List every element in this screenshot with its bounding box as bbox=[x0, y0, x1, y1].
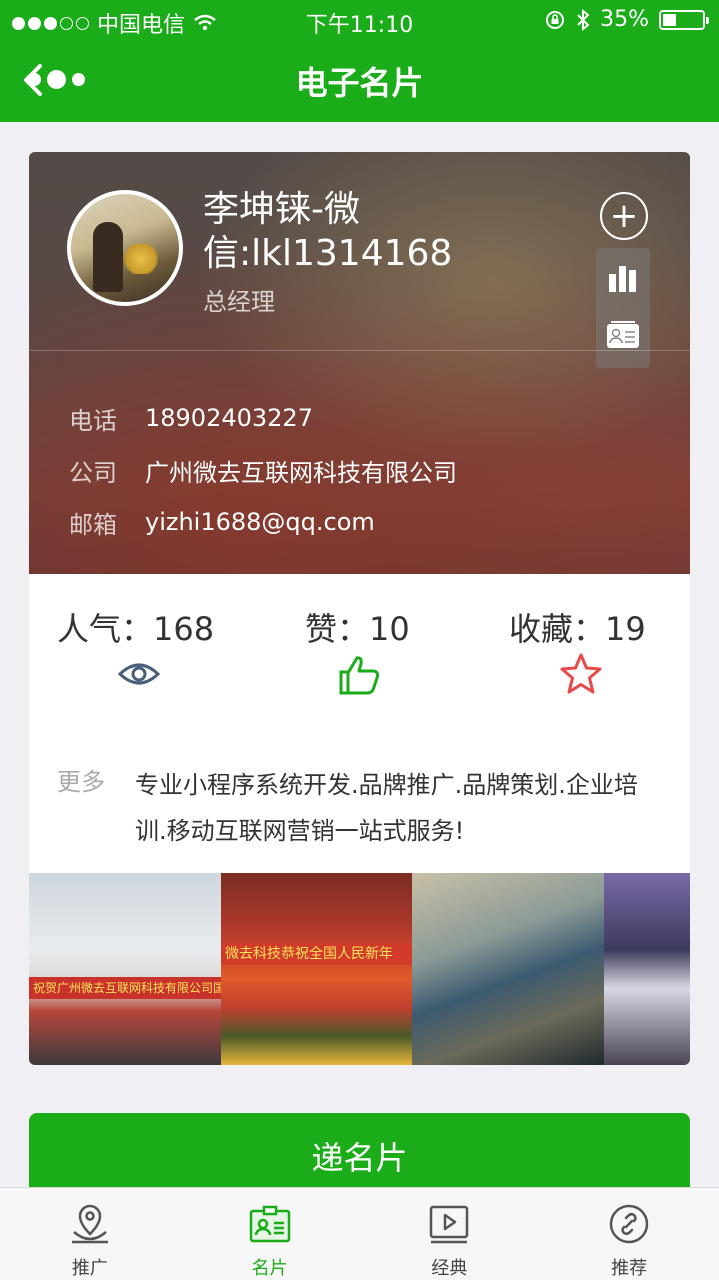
tab-promote[interactable]: 推广 bbox=[0, 1188, 180, 1280]
tab-card[interactable]: 名片 bbox=[180, 1188, 360, 1280]
more-options-icon[interactable] bbox=[28, 70, 638, 89]
favorites-count: 19 bbox=[605, 610, 646, 648]
card-hero: 李坤铼-微信:lkl1314168 总经理 + 电话 18902403227 公… bbox=[29, 152, 690, 574]
bluetooth-icon bbox=[577, 8, 590, 31]
video-play-icon bbox=[430, 1205, 469, 1244]
tab-card-label: 名片 bbox=[251, 1258, 288, 1279]
views-label: 人气： bbox=[57, 610, 154, 648]
likes-stat: 赞：10 bbox=[305, 604, 410, 650]
more-label[interactable]: 更多 bbox=[57, 762, 105, 797]
stats-row: 人气：168 赞：10 收藏：19 bbox=[29, 604, 690, 648]
bar-chart-icon[interactable] bbox=[596, 252, 650, 308]
company-value: 广州微去互联网科技有限公司 bbox=[145, 458, 457, 487]
phone-row[interactable]: 电话 18902403227 bbox=[69, 392, 457, 444]
photo-2[interactable]: 微去科技恭祝全国人民新年 bbox=[221, 873, 412, 1065]
status-right: 35% bbox=[544, 7, 709, 32]
business-card-icon bbox=[249, 1205, 290, 1243]
phone-value[interactable]: 18902403227 bbox=[145, 404, 313, 432]
tab-bar: 推广 名片 经典 推荐 bbox=[0, 1187, 719, 1280]
business-card: 李坤铼-微信:lkl1314168 总经理 + 电话 18902403227 公… bbox=[29, 152, 690, 1065]
photo-3[interactable] bbox=[412, 873, 604, 1065]
views-stat: 人气：168 bbox=[57, 604, 214, 650]
eye-icon bbox=[117, 663, 161, 685]
top-bar: 中国电信 下午11:10 35% 电子名片 bbox=[0, 0, 719, 122]
likes-count: 10 bbox=[369, 610, 410, 648]
photo-2-banner: 微去科技恭祝全国人民新年 bbox=[221, 943, 412, 965]
id-card-icon[interactable] bbox=[596, 310, 650, 366]
photo-4[interactable] bbox=[604, 873, 690, 1065]
photo-1-banner: 祝贺广州微去互联网科技有限公司国际板成功挂牌! 挂牌代码9110 bbox=[29, 977, 221, 999]
star-icon[interactable] bbox=[559, 652, 603, 696]
side-tools: + bbox=[596, 192, 652, 368]
more-description: 专业小程序系统开发.品牌推广.品牌策划.企业培训.移动互联网营销一站式服务! bbox=[135, 771, 638, 845]
link-icon bbox=[609, 1204, 649, 1244]
likes-label: 赞： bbox=[305, 610, 370, 648]
email-row[interactable]: 邮箱 yizhi1688@qq.com bbox=[69, 496, 457, 548]
thumbs-up-icon[interactable] bbox=[337, 652, 383, 698]
profile-title: 总经理 bbox=[203, 288, 275, 316]
battery-icon bbox=[659, 9, 709, 30]
photo-strip: 祝贺广州微去互联网科技有限公司国际板成功挂牌! 挂牌代码9110 微去科技恭祝全… bbox=[29, 873, 690, 1065]
photo-1[interactable]: 祝贺广州微去互联网科技有限公司国际板成功挂牌! 挂牌代码9110 bbox=[29, 873, 221, 1065]
battery-percent: 35% bbox=[600, 7, 649, 32]
email-label: 邮箱 bbox=[69, 510, 117, 539]
tab-recommend[interactable]: 推荐 bbox=[539, 1188, 719, 1280]
phone-label: 电话 bbox=[69, 406, 117, 435]
email-value[interactable]: yizhi1688@qq.com bbox=[145, 508, 375, 536]
status-bar: 中国电信 下午11:10 35% bbox=[0, 0, 719, 40]
tab-recommend-label: 推荐 bbox=[611, 1258, 648, 1279]
add-contact-button[interactable]: + bbox=[600, 192, 648, 240]
hero-divider bbox=[29, 350, 690, 351]
company-row: 公司 广州微去互联网科技有限公司 bbox=[69, 444, 457, 496]
views-count: 168 bbox=[153, 610, 215, 648]
avatar[interactable] bbox=[67, 190, 183, 306]
tab-classic[interactable]: 经典 bbox=[360, 1188, 540, 1280]
nav-bar: 电子名片 bbox=[0, 40, 719, 122]
contact-info: 电话 18902403227 公司 广州微去互联网科技有限公司 邮箱 yizhi… bbox=[69, 392, 457, 548]
profile-name: 李坤铼-微信:lkl1314168 bbox=[203, 189, 453, 274]
company-label: 公司 bbox=[69, 458, 117, 487]
tab-classic-label: 经典 bbox=[431, 1258, 468, 1279]
favorites-stat: 收藏：19 bbox=[509, 604, 646, 650]
rotation-lock-icon bbox=[546, 10, 565, 29]
location-pin-icon bbox=[71, 1204, 108, 1244]
favorites-label: 收藏： bbox=[509, 610, 606, 648]
tab-promote-label: 推广 bbox=[71, 1258, 108, 1279]
